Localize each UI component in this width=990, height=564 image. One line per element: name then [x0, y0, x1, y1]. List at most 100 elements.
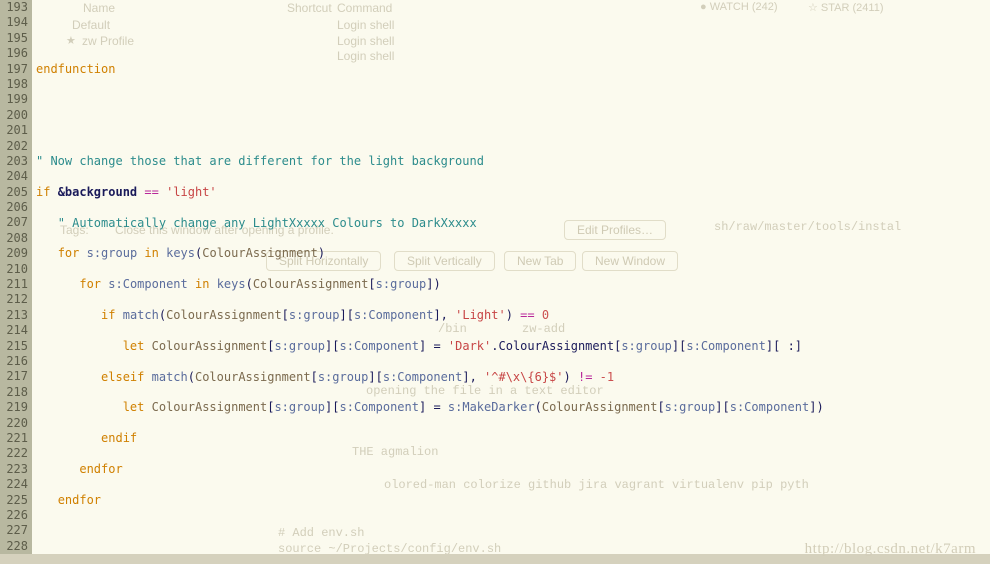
line-number: 211	[2, 277, 28, 292]
line-number: 217	[2, 369, 28, 384]
punct: ]	[339, 308, 346, 322]
punct: [	[722, 400, 729, 414]
op-eqeq: ==	[137, 185, 166, 199]
lit-light: 'Light'	[455, 308, 506, 322]
punct: ]	[368, 370, 375, 384]
line-number: 200	[2, 108, 28, 123]
line-number: 204	[2, 169, 28, 184]
kw-endfor: endfor	[58, 493, 101, 507]
amp-background: &background	[58, 185, 137, 199]
punct: [	[282, 308, 289, 322]
id-scomp: s:Component	[354, 308, 433, 322]
id-sgroup: s:group	[621, 339, 672, 353]
line-number: 207	[2, 215, 28, 230]
id-sgroup: s:group	[274, 339, 325, 353]
kw-let: let	[123, 339, 145, 353]
punct: ,	[441, 308, 455, 322]
line-number: 206	[2, 200, 28, 215]
dot-colour: .ColourAssignment	[491, 339, 614, 353]
punct: (	[246, 277, 253, 291]
punct: )	[506, 308, 513, 322]
punct: )	[433, 277, 440, 291]
kw-if: if	[101, 308, 115, 322]
id-scomp: s:Component	[340, 339, 419, 353]
line-number: 205	[2, 185, 28, 200]
punct: ]	[433, 308, 440, 322]
kw-elseif: elseif	[101, 370, 144, 384]
line-number: 223	[2, 462, 28, 477]
num-zero: 0	[542, 308, 549, 322]
kw-endif: endif	[101, 431, 137, 445]
line-gutter: 1931941951961971981992002012022032042052…	[0, 0, 32, 564]
id-colour: ColourAssignment	[152, 400, 268, 414]
line-number: 224	[2, 477, 28, 492]
kw-let: let	[123, 400, 145, 414]
kw-for: for	[58, 246, 80, 260]
line-number: 208	[2, 231, 28, 246]
line-number: 220	[2, 416, 28, 431]
line-number: 196	[2, 46, 28, 61]
id-colour: ColourAssignment	[166, 308, 282, 322]
lit-regex: '^#\x\{6}$'	[484, 370, 563, 384]
lit-dark: 'Dark'	[448, 339, 491, 353]
kw-in: in	[144, 246, 158, 260]
punct: [	[311, 370, 318, 384]
line-number: 194	[2, 15, 28, 30]
line-number: 203	[2, 154, 28, 169]
line-number: 218	[2, 385, 28, 400]
id-colour: ColourAssignment	[152, 339, 268, 353]
fn-keys: keys	[217, 277, 246, 291]
id-colour: ColourAssignment	[195, 370, 311, 384]
line-number: 216	[2, 354, 28, 369]
line-number: 228	[2, 539, 28, 554]
id-sgroup: s:group	[274, 400, 325, 414]
punct: [	[657, 400, 664, 414]
id-scomp: s:Component	[108, 277, 187, 291]
punct: (	[188, 370, 195, 384]
id-scomp: s:Component	[730, 400, 809, 414]
id-sgroup: s:group	[87, 246, 138, 260]
punct: [	[332, 339, 339, 353]
kw-if: if	[36, 185, 50, 199]
line-number: 226	[2, 508, 28, 523]
fn-makedarker: s:MakeDarker	[448, 400, 535, 414]
punct: [	[376, 370, 383, 384]
comment: " Automatically change any LightXxxxx Co…	[58, 216, 477, 230]
punct: ,	[470, 370, 484, 384]
line-number: 222	[2, 446, 28, 461]
line-number: 209	[2, 246, 28, 261]
fn-match: match	[123, 308, 159, 322]
punct: ]	[795, 339, 802, 353]
id-sgroup: s:group	[318, 370, 369, 384]
line-number: 219	[2, 400, 28, 415]
punct: )	[564, 370, 571, 384]
line-number: 221	[2, 431, 28, 446]
line-number: 210	[2, 262, 28, 277]
id-colour: ColourAssignment	[542, 400, 658, 414]
fn-match: match	[152, 370, 188, 384]
punct: [	[332, 400, 339, 414]
code-area[interactable]: endfunction " Now change those that are …	[32, 0, 990, 564]
punct: (	[535, 400, 542, 414]
code-editor[interactable]: 1931941951961971981992002012022032042052…	[0, 0, 990, 564]
id-sgroup: s:group	[289, 308, 340, 322]
punct: )	[816, 400, 823, 414]
line-number: 201	[2, 123, 28, 138]
watermark: http://blog.csdn.net/k7arm	[805, 541, 976, 558]
line-number: 227	[2, 523, 28, 538]
kw-in: in	[195, 277, 209, 291]
punct: ]	[462, 370, 469, 384]
id-colour: ColourAssignment	[202, 246, 318, 260]
line-number: 198	[2, 77, 28, 92]
line-number: 193	[2, 0, 28, 15]
op-eq: =	[426, 400, 448, 414]
kw-endfor: endfor	[79, 462, 122, 476]
punct: [	[773, 339, 780, 353]
kw-for: for	[79, 277, 101, 291]
punct: ]	[766, 339, 773, 353]
line-number: 215	[2, 339, 28, 354]
id-colour: ColourAssignment	[253, 277, 369, 291]
punct: [	[347, 308, 354, 322]
line-number: 202	[2, 139, 28, 154]
fn-keys: keys	[166, 246, 195, 260]
